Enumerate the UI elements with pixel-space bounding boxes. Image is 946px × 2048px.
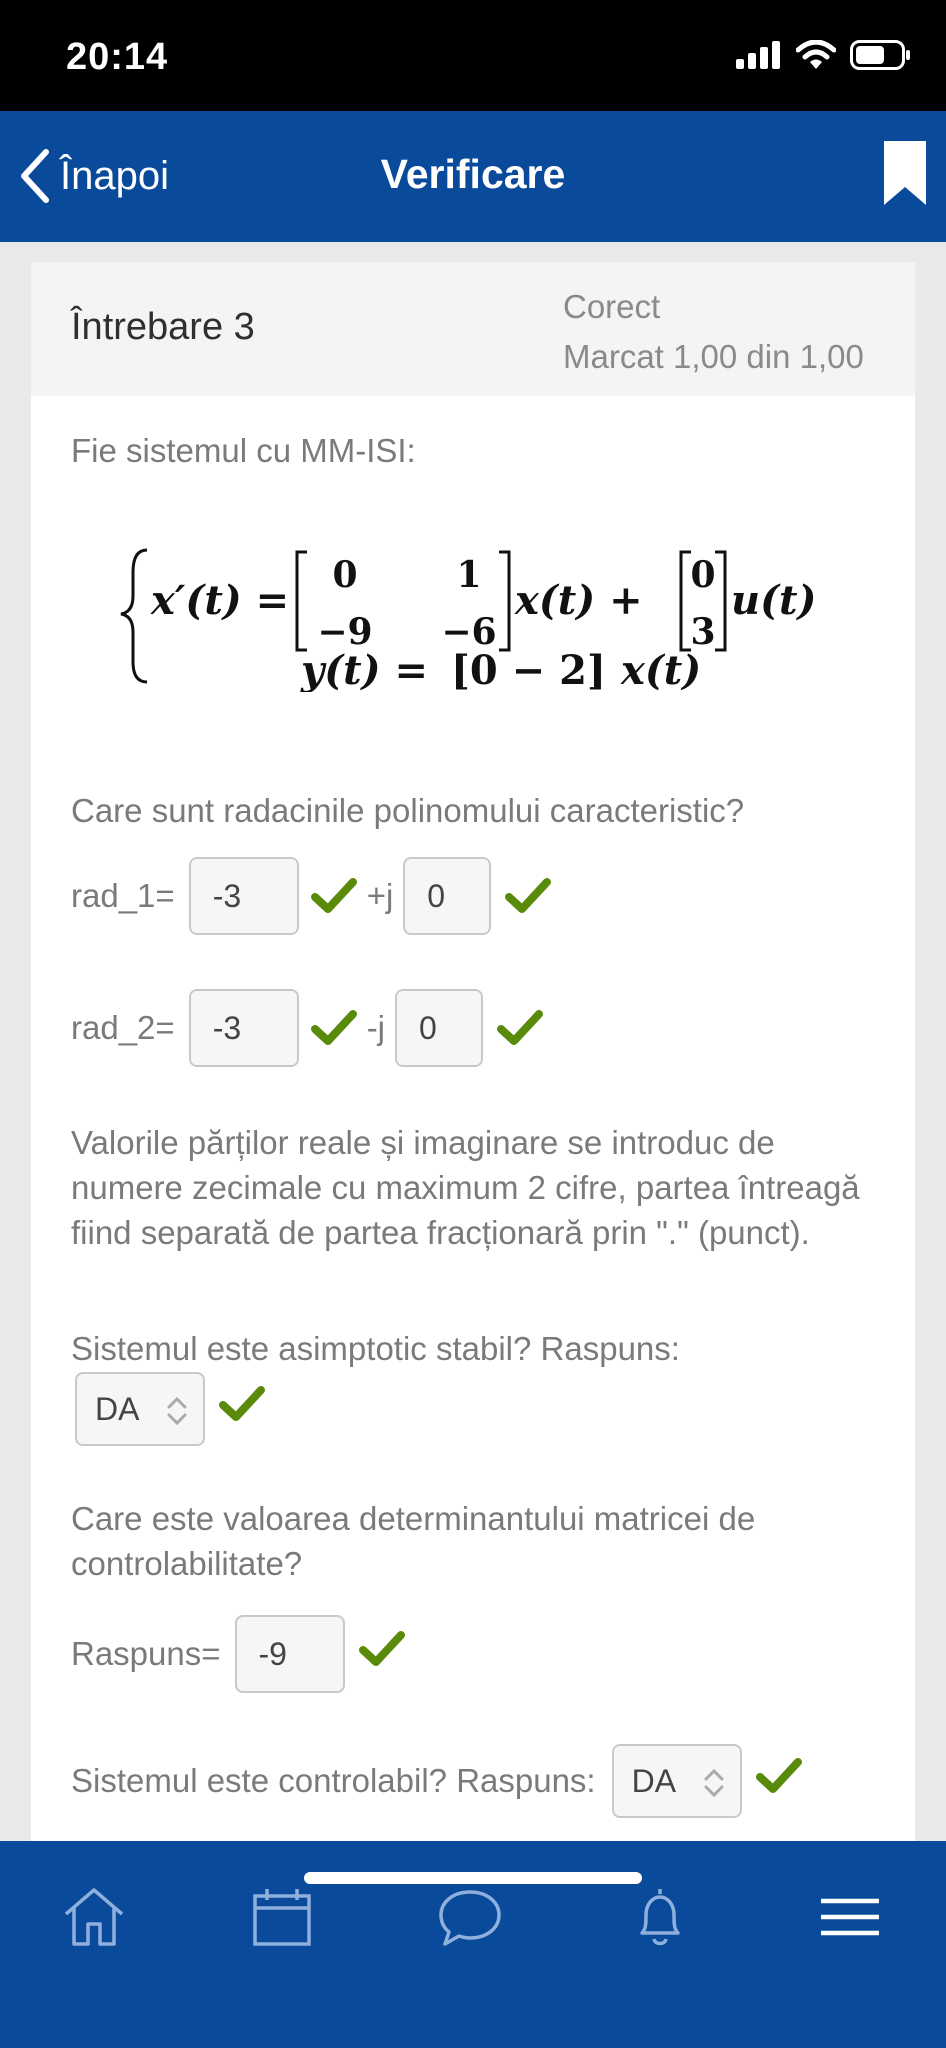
question-card: Întrebare 3 Corect Marcat 1,00 din 1,00 …	[31, 262, 915, 1842]
rad1-sep: +j	[366, 877, 394, 914]
ctrl-select[interactable]: DA	[611, 1744, 742, 1818]
question-title: Întrebare 3	[71, 306, 255, 348]
roots-prompt: Care sunt radacinile polinomului caracte…	[71, 792, 745, 829]
check-icon	[505, 878, 552, 913]
nav-bar: Înapoi Verificare	[0, 111, 946, 242]
tab-menu[interactable]	[810, 1877, 890, 1957]
eq2-lhs: y(t) =	[300, 647, 428, 692]
det-prompt: Care este valoarea determinantului matri…	[71, 1500, 756, 1582]
stable-row: DA	[75, 1372, 265, 1446]
status-time: 20:14	[66, 36, 169, 78]
status-bar: 20:14	[0, 0, 946, 111]
stable-prompt: Sistemul este asimptotic stabil? Raspuns…	[71, 1330, 680, 1367]
brace-shape	[120, 548, 148, 684]
back-label: Înapoi	[60, 153, 169, 198]
rad2-sep: -j	[366, 1009, 386, 1046]
status-icons	[736, 40, 912, 70]
tab-calendar[interactable]	[242, 1877, 322, 1957]
tab-messages[interactable]	[430, 1877, 510, 1957]
wifi-icon	[796, 40, 836, 69]
matrix-a-12: 1	[456, 554, 481, 596]
chevron-left-icon	[21, 149, 49, 203]
eq2-rhs: x(t)	[620, 647, 701, 692]
home-indicator	[304, 1872, 642, 1884]
eq1-lhs: x′(t) =	[150, 577, 289, 624]
back-button[interactable]: Înapoi	[18, 141, 169, 211]
check-icon	[219, 1386, 265, 1421]
chevron-up-down-icon	[704, 1768, 724, 1798]
menu-icon	[821, 1898, 879, 1936]
rad2-real-input[interactable]: -3	[188, 989, 299, 1067]
matrix-a-11: 0	[332, 554, 357, 596]
status-text: Corect	[563, 288, 661, 325]
rad1-imag-input[interactable]: 0	[403, 857, 492, 935]
bookmark-icon	[884, 141, 926, 205]
stable-select[interactable]: DA	[75, 1372, 205, 1446]
tab-notifications[interactable]	[620, 1877, 700, 1957]
rad2-label: rad_2=	[71, 1009, 175, 1046]
question-status: Corect Marcat 1,00 din 1,00	[563, 282, 893, 382]
battery-icon	[850, 40, 910, 70]
check-icon	[755, 1758, 802, 1793]
det-row: Raspuns= -9	[71, 1615, 405, 1693]
rad1-real-input[interactable]: -3	[188, 857, 299, 935]
check-icon	[358, 1631, 405, 1666]
check-icon	[310, 878, 357, 913]
check-icon	[310, 1010, 357, 1045]
chevron-up-down-icon	[167, 1396, 187, 1426]
tab-home[interactable]	[54, 1877, 134, 1957]
chat-icon	[439, 1890, 501, 1946]
question-header: Întrebare 3 Corect Marcat 1,00 din 1,00	[31, 262, 915, 396]
format-note: Valorile părților reale și imaginare se …	[71, 1124, 860, 1251]
matrix-b-1: 0	[690, 554, 715, 596]
rad1-row: rad_1= -3 +j 0	[71, 857, 552, 935]
stable-value: DA	[95, 1390, 140, 1427]
rad2-row: rad_2= -3 -j 0	[71, 989, 544, 1067]
rad2-imag-input[interactable]: 0	[395, 989, 484, 1067]
ctrl-prompt: Sistemul este controlabil? Raspuns:	[71, 1762, 596, 1799]
mark-text: Marcat 1,00 din 1,00	[563, 338, 864, 375]
question-intro: Fie sistemul cu MM-ISI:	[71, 432, 416, 469]
rad1-label: rad_1=	[71, 877, 175, 914]
ctrl-value: DA	[631, 1762, 677, 1799]
det-input[interactable]: -9	[234, 1615, 345, 1693]
home-icon	[64, 1888, 124, 1946]
calendar-icon	[253, 1889, 311, 1946]
system-formula: x′(t) = 0 1 −9 −6 x(t) + 0 3 u(t) y(t) =…	[120, 548, 816, 692]
eq1-mid: x(t) +	[514, 577, 643, 624]
det-label: Raspuns=	[71, 1635, 221, 1672]
signal-icon	[736, 41, 780, 69]
check-icon	[497, 1010, 544, 1045]
ctrl-row: Sistemul este controlabil? Raspuns: DA	[71, 1744, 802, 1818]
bookmark-button[interactable]	[884, 141, 926, 210]
bell-icon	[640, 1889, 680, 1946]
matrix-c: [0 − 2]	[451, 647, 606, 692]
eq1-rhs: u(t)	[731, 577, 816, 624]
